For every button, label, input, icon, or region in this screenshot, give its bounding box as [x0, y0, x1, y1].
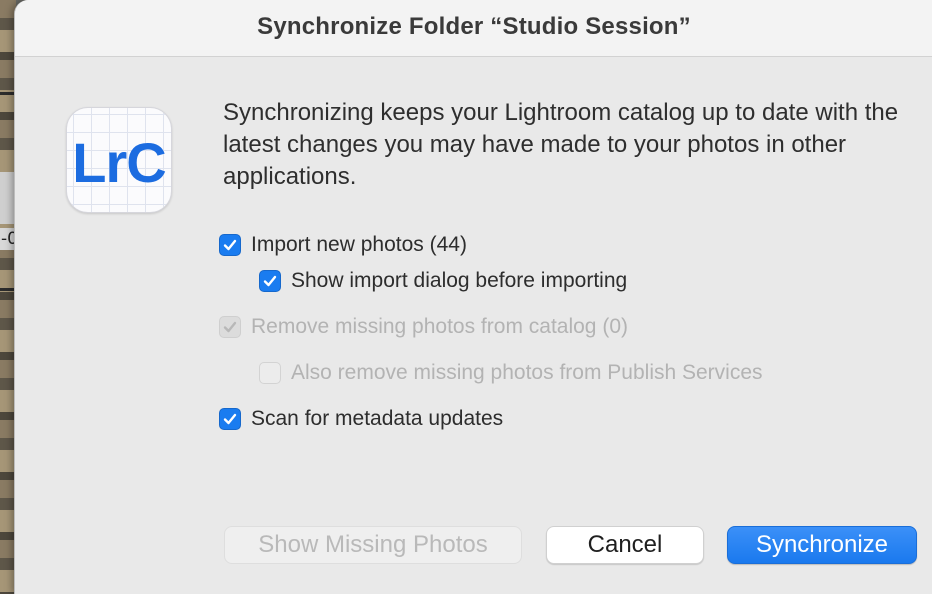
dialog-titlebar: Synchronize Folder “Studio Session” — [15, 0, 932, 57]
remove-missing-photos-checkbox — [219, 316, 241, 338]
scan-metadata-updates-label: Scan for metadata updates — [251, 407, 504, 430]
show-import-dialog-label: Show import dialog before importing — [291, 269, 628, 292]
checkmark-icon — [223, 413, 237, 425]
synchronize-folder-dialog: Synchronize Folder “Studio Session” LrC … — [14, 0, 932, 594]
scan-metadata-updates-checkbox[interactable] — [219, 408, 241, 430]
remove-from-publish-services-option: Also remove missing photos from Publish … — [259, 361, 763, 385]
lightroom-classic-icon: LrC — [66, 107, 172, 213]
import-new-photos-checkbox[interactable] — [219, 234, 241, 256]
dialog-description: Synchronizing keeps your Lightroom catal… — [223, 99, 899, 190]
synchronize-button[interactable]: Synchronize — [727, 526, 917, 564]
checkmark-icon — [223, 239, 237, 251]
icon-logo-text: LrC — [72, 131, 166, 194]
show-import-dialog-checkbox[interactable] — [259, 270, 281, 292]
remove-missing-photos-option: Remove missing photos from catalog (0) — [219, 315, 628, 339]
remove-from-publish-services-label: Also remove missing photos from Publish … — [291, 361, 763, 384]
remove-missing-photos-label: Remove missing photos from catalog (0) — [251, 315, 628, 338]
import-new-photos-option[interactable]: Import new photos (44) — [219, 233, 467, 257]
scan-metadata-updates-option[interactable]: Scan for metadata updates — [219, 407, 503, 431]
remove-from-publish-services-checkbox — [259, 362, 281, 384]
show-missing-photos-button: Show Missing Photos — [224, 526, 522, 564]
show-import-dialog-option[interactable]: Show import dialog before importing — [259, 269, 627, 293]
dialog-title: Synchronize Folder “Studio Session” — [257, 13, 691, 40]
cancel-button[interactable]: Cancel — [546, 526, 704, 564]
import-new-photos-label: Import new photos (44) — [251, 233, 467, 256]
checkmark-icon — [223, 321, 237, 333]
checkmark-icon — [263, 275, 277, 287]
